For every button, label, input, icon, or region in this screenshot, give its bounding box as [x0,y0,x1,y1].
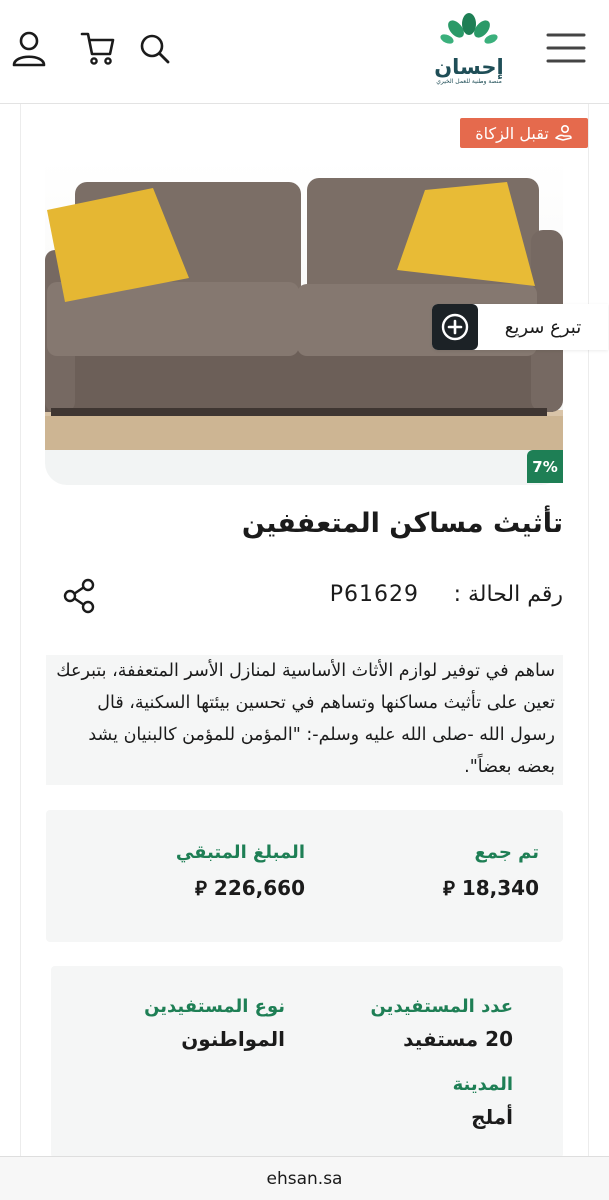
riyal-icon: ⃁ [195,876,207,900]
quick-donate-button[interactable]: تبرع سريع [432,304,608,350]
beneficiaries-count-label: عدد المستفيدين [370,996,513,1017]
donation-stats: تم جمع 18,340 ⃁ المبلغ المتبقي 226,660 ⃁ [46,810,563,942]
logo-leaves-icon [440,13,498,44]
share-icon[interactable] [62,578,98,614]
zakat-label: تقبل الزكاة [475,123,549,143]
collected-stat: تم جمع 18,340 ⃁ [437,842,539,901]
menu-icon[interactable] [544,28,588,68]
case-number-value: P61629 [329,582,419,607]
search-icon[interactable] [138,32,172,66]
beneficiaries-type: نوع المستفيدين المواطنون [144,996,285,1051]
zakat-badge: تقبل الزكاة [460,118,588,148]
case-number-row: رقم الحالة : P61629 [46,578,563,618]
city-label: المدينة [452,1074,513,1095]
case-details: عدد المستفيدين 20 مستفيد نوع المستفيدين … [51,966,563,1158]
city: المدينة أملج [453,1074,513,1129]
beneficiaries-count-value: 20 مستفيد [403,1027,513,1051]
collected-value: 18,340 [461,876,539,900]
collected-label: تم جمع [474,842,539,863]
quick-donate-label: تبرع سريع [504,316,582,338]
hand-coin-icon [555,124,572,141]
user-icon[interactable] [10,30,48,68]
cart-icon[interactable] [80,30,116,66]
remaining-stat: المبلغ المتبقي 226,660 ⃁ [176,842,305,901]
city-value: أملج [471,1105,513,1129]
beneficiaries-type-label: نوع المستفيدين [144,996,285,1017]
ehsan-logo[interactable]: إحسان منصة وطنية للعمل الخيري [432,12,506,90]
logo-text: إحسان [434,55,504,79]
case-number-label: رقم الحالة : [453,582,563,607]
riyal-icon: ⃁ [442,876,455,900]
beneficiaries-count: عدد المستفيدين 20 مستفيد [370,996,513,1051]
url-text: ehsan.sa [266,1168,343,1189]
plus-circle-icon [432,304,478,350]
collected-amount: 18,340 ⃁ [437,875,539,901]
remaining-value: 226,660 [213,876,305,900]
case-description: ساهم في توفير لوازم الأثاث الأساسية لمنا… [46,655,563,785]
browser-url-bar[interactable]: ehsan.sa [0,1156,609,1200]
remaining-label: المبلغ المتبقي [175,842,305,863]
progress-badge: 7% [527,450,563,483]
beneficiaries-type-value: المواطنون [181,1027,285,1051]
logo-subtitle: منصة وطنية للعمل الخيري [436,78,502,85]
case-title: تأثيث مساكن المتعففين [241,508,563,539]
top-header: إحسان منصة وطنية للعمل الخيري [0,0,609,104]
remaining-amount: 226,660 ⃁ [176,875,305,901]
